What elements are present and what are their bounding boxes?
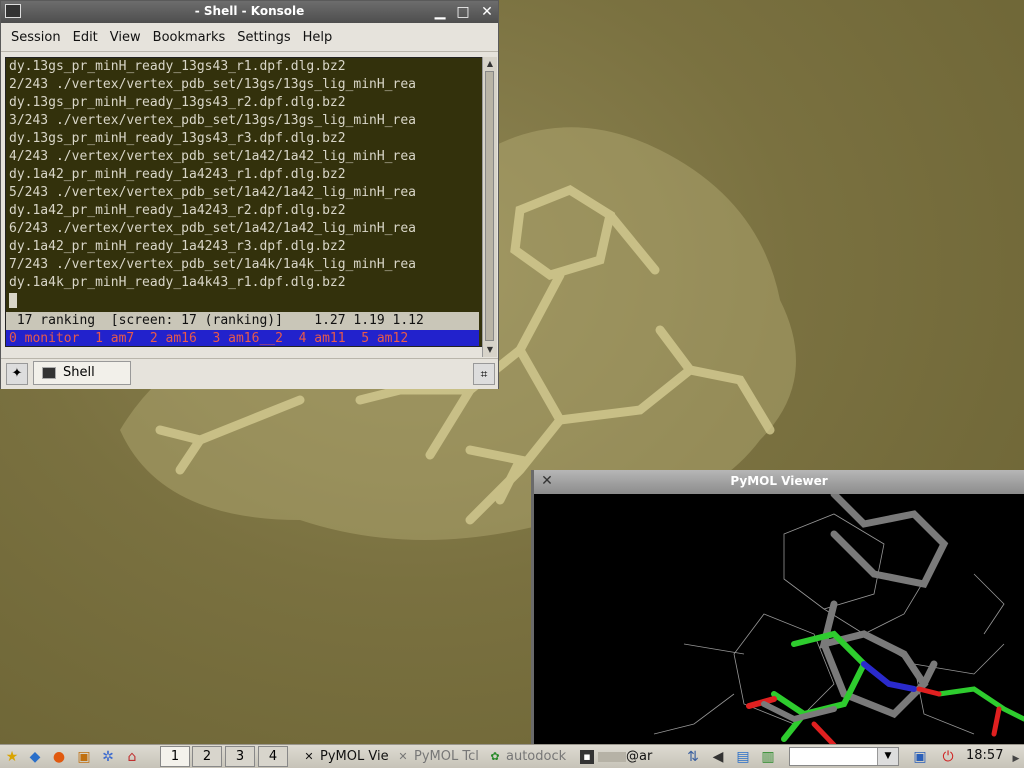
terminal-line: dy.1a42_pr_minH_ready_1a4243_r1.dpf.dlg.…: [9, 167, 346, 182]
pymol-titlebar[interactable]: ✕ PyMOL Viewer: [534, 470, 1024, 494]
screen-status-line: 17 ranking [screen: 17 (ranking)] 1.27 1…: [6, 312, 479, 330]
konsole-menubar: Session Edit View Bookmarks Settings Hel…: [1, 23, 498, 52]
autodock-icon: ✿: [490, 749, 500, 763]
settings-icon[interactable]: ✲: [99, 748, 117, 766]
task-pymol-tcl[interactable]: ✕ PyMOL Tcl: [396, 748, 484, 766]
clipboard-icon[interactable]: ▤: [734, 748, 752, 766]
menu-settings[interactable]: Settings: [231, 30, 296, 45]
task-label: @ar: [626, 749, 653, 764]
home-icon[interactable]: ⌂: [123, 748, 141, 766]
desktop-icon[interactable]: ◆: [26, 748, 44, 766]
konsole-window: - Shell - Konsole ▁ □ ✕ Session Edit Vie…: [0, 0, 499, 389]
menu-help[interactable]: Help: [297, 30, 339, 45]
pymol-icon: ✕: [398, 749, 408, 763]
terminal-scrollbar[interactable]: ▲ ▼: [482, 57, 497, 357]
tray-combo-box[interactable]: ▼: [789, 747, 899, 766]
taskbar: ★ ◆ ● ▣ ✲ ⌂ 1 2 3 4 ✕ PyMOL Vie ✕ PyMOL Tc…: [0, 744, 1024, 768]
konsole-tabbar: ✦ Shell ⌗: [1, 358, 498, 389]
menu-edit[interactable]: Edit: [67, 30, 104, 45]
terminal-line: dy.13gs_pr_minH_ready_13gs43_r3.dpf.dlg.…: [9, 131, 346, 146]
task-pymol-viewer[interactable]: ✕ PyMOL Vie: [302, 748, 390, 766]
new-session-icon[interactable]: ✦: [6, 363, 28, 385]
close-button[interactable]: ✕: [478, 3, 496, 21]
home-folder-icon[interactable]: ▣: [75, 748, 93, 766]
task-label: PyMOL Tcl: [414, 749, 479, 764]
menu-bookmarks[interactable]: Bookmarks: [147, 30, 232, 45]
terminal-line: dy.1a4k_pr_minH_ready_1a4k43_r1.dpf.dlg.…: [9, 275, 346, 290]
tab-shell[interactable]: Shell: [33, 361, 131, 385]
terminal-line: dy.13gs_pr_minH_ready_13gs43_r1.dpf.dlg.…: [9, 59, 346, 74]
task-label: PyMOL Vie: [320, 749, 389, 764]
lock-screen-icon[interactable]: ▣: [911, 748, 929, 766]
terminal-line: dy.1a42_pr_minH_ready_1a4243_r2.dpf.dlg.…: [9, 203, 346, 218]
close-session-icon[interactable]: ⌗: [473, 363, 495, 385]
chevron-down-icon[interactable]: ▼: [877, 748, 898, 765]
tray-expand-icon[interactable]: ▶: [1010, 750, 1022, 768]
kde-menu-icon[interactable]: ★: [3, 748, 21, 766]
molecule-viewport[interactable]: [534, 494, 1024, 745]
terminal-icon: ▪: [580, 749, 594, 764]
terminal-line: 5/243 ./vertex/vertex_pdb_set/1a42/1a42_…: [9, 185, 416, 200]
screen-window-list: 0 monitor 1 am7 2 am16 3 am16__2 4 am11 …: [6, 330, 479, 346]
network-icon[interactable]: ⇅: [684, 748, 702, 766]
tab-shell-label: Shell: [63, 365, 95, 380]
task-shell[interactable]: ▪ @ar: [580, 748, 676, 766]
menu-view[interactable]: View: [104, 30, 147, 45]
scrollbar-thumb[interactable]: [485, 71, 494, 341]
logout-icon[interactable]: ⏻: [939, 748, 957, 766]
konsole-titlebar[interactable]: - Shell - Konsole ▁ □ ✕: [1, 1, 498, 23]
menu-session[interactable]: Session: [5, 30, 67, 45]
pager-desktop-3[interactable]: 3: [225, 746, 255, 767]
maximize-button[interactable]: □: [454, 3, 472, 21]
task-autodock[interactable]: ✿ autodock: [488, 748, 574, 766]
terminal-line: 4/243 ./vertex/vertex_pdb_set/1a42/1a42_…: [9, 149, 416, 164]
keyboard-layout-icon[interactable]: ▥: [759, 748, 777, 766]
konsole-title: - Shell - Konsole: [194, 4, 305, 18]
minimize-button[interactable]: ▁: [431, 3, 449, 21]
pager-desktop-1[interactable]: 1: [160, 746, 190, 767]
scroll-down-icon[interactable]: ▼: [483, 343, 497, 357]
terminal-line: 2/243 ./vertex/vertex_pdb_set/13gs/13gs_…: [9, 77, 416, 92]
pager-desktop-4[interactable]: 4: [258, 746, 288, 767]
terminal-line: dy.1a42_pr_minH_ready_1a4243_r3.dpf.dlg.…: [9, 239, 346, 254]
pymol-icon: ✕: [304, 749, 314, 763]
terminal-icon: [42, 367, 56, 379]
task-label: autodock: [506, 749, 567, 764]
clock[interactable]: 18:57: [966, 748, 1003, 763]
terminal-prompt: [6, 292, 482, 310]
terminal-line: dy.13gs_pr_minH_ready_13gs43_r2.dpf.dlg.…: [9, 95, 346, 110]
terminal-output[interactable]: dy.13gs_pr_minH_ready_13gs43_r1.dpf.dlg.…: [5, 57, 483, 347]
scroll-up-icon[interactable]: ▲: [483, 57, 497, 71]
firefox-icon[interactable]: ●: [50, 748, 68, 766]
volume-icon[interactable]: ◀: [709, 748, 727, 766]
pager-desktop-2[interactable]: 2: [192, 746, 222, 767]
pymol-viewer-window: ✕ PyMOL Viewer: [531, 470, 1024, 745]
terminal-line: 6/243 ./vertex/vertex_pdb_set/1a42/1a42_…: [9, 221, 416, 236]
terminal-line: 7/243 ./vertex/vertex_pdb_set/1a4k/1a4k_…: [9, 257, 416, 272]
pymol-title: PyMOL Viewer: [730, 474, 828, 488]
text-cursor: [9, 293, 17, 308]
terminal-line: 3/243 ./vertex/vertex_pdb_set/13gs/13gs_…: [9, 113, 416, 128]
redacted-username: [598, 751, 626, 762]
